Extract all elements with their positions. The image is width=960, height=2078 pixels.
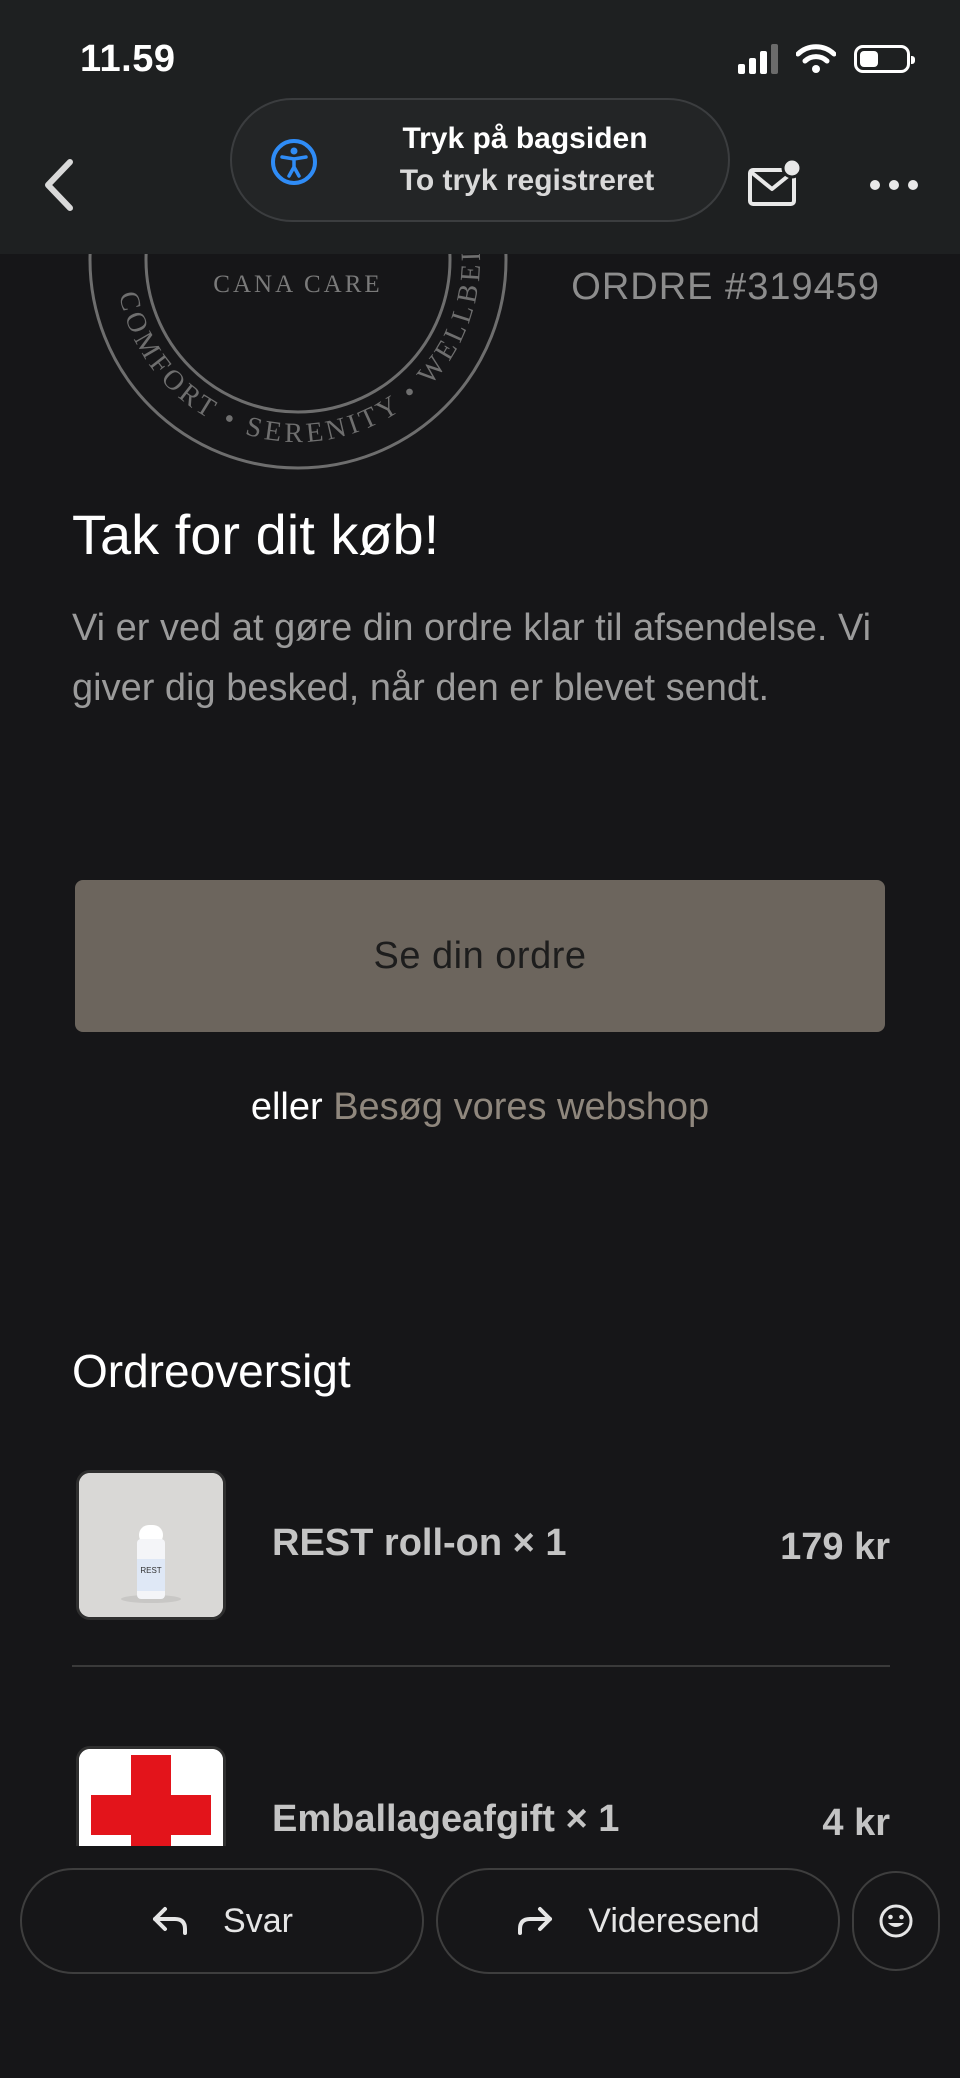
mark-unread-button[interactable] xyxy=(746,156,803,212)
brand-name: CANA CARE xyxy=(213,271,382,298)
accessibility-icon xyxy=(271,139,317,185)
forward-button[interactable]: Videresend xyxy=(436,1868,840,1974)
thanks-heading: Tak for dit køb! xyxy=(72,503,440,566)
forward-label: Videresend xyxy=(588,1901,760,1940)
more-options-button[interactable] xyxy=(864,160,924,210)
status-icons xyxy=(738,44,915,74)
view-order-button[interactable]: Se din ordre xyxy=(75,880,885,1032)
reply-button[interactable]: Svar xyxy=(20,1868,424,1974)
thanks-body-text: Vi er ved at gøre din ordre klar til afs… xyxy=(72,607,872,709)
alternative-link-line: eller Besøg vores webshop xyxy=(0,1086,960,1129)
status-time: 11.59 xyxy=(80,38,176,80)
reply-icon xyxy=(153,1907,188,1935)
item-name: Emballageafgift × 1 xyxy=(272,1798,620,1840)
product-image: REST xyxy=(76,1470,226,1620)
emoji-icon xyxy=(879,1904,913,1938)
item-divider xyxy=(72,1665,890,1667)
mail-unread-icon xyxy=(748,157,803,206)
battery-icon xyxy=(854,45,915,73)
cellular-signal-icon xyxy=(738,44,778,74)
toast-subtitle: To tryk registreret xyxy=(399,164,655,197)
more-icon xyxy=(870,180,880,190)
forward-icon xyxy=(518,1907,553,1935)
order-overview-heading: Ordreoversigt xyxy=(72,1345,351,1397)
wifi-icon xyxy=(796,44,836,73)
item-price: 179 kr xyxy=(780,1526,890,1568)
item-name: REST roll-on × 1 xyxy=(272,1522,567,1564)
or-text: eller xyxy=(250,1086,323,1128)
reply-label: Svar xyxy=(223,1901,293,1940)
toast-title: Tryk på bagsiden xyxy=(402,122,648,155)
webshop-link[interactable]: Besøg vores webshop xyxy=(333,1086,709,1128)
back-tap-toast: Tryk på bagsiden To tryk registreret xyxy=(230,98,730,222)
order-item: REST REST roll-on × 1 179 kr xyxy=(72,1470,890,1624)
order-number: ORDRE #319459 xyxy=(571,266,880,308)
back-button[interactable] xyxy=(34,150,84,220)
email-view: CANA CARE COMFORT • SERENITY • WELLBEING… xyxy=(0,0,960,2078)
back-chevron-icon xyxy=(45,159,73,211)
item-price: 4 kr xyxy=(822,1802,890,1844)
emoji-reaction-button[interactable] xyxy=(852,1871,940,1971)
svg-text:REST: REST xyxy=(140,1566,161,1575)
